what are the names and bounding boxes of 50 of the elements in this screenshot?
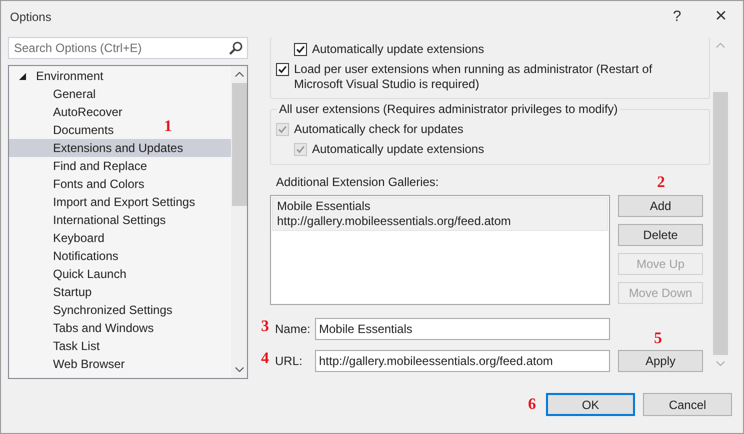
gallery-button[interactable]: Add bbox=[618, 195, 703, 217]
search-icon[interactable] bbox=[229, 41, 243, 55]
tree-item[interactable]: Extensions and Updates bbox=[9, 139, 231, 157]
callout-number: 3 bbox=[261, 319, 269, 335]
checkbox-label: Load per user extensions when running as administrator (Restart of Microsoft Visual Studio is required) bbox=[294, 62, 654, 92]
close-button[interactable]: × bbox=[699, 5, 743, 28]
scroll-down-icon[interactable] bbox=[234, 367, 244, 372]
tree-item[interactable]: General bbox=[9, 85, 96, 103]
cancel-button[interactable]: Cancel bbox=[643, 393, 732, 416]
tree-item[interactable]: Environment bbox=[9, 67, 104, 85]
checkbox[interactable] bbox=[294, 43, 307, 56]
name-label: Name: bbox=[274, 322, 312, 336]
scrollbar[interactable] bbox=[231, 66, 247, 378]
tree-item[interactable]: Web Browser bbox=[9, 355, 125, 373]
url-field[interactable]: http://gallery.mobileessentials.org/feed.atom bbox=[315, 350, 610, 372]
ok-button[interactable]: OK bbox=[546, 393, 635, 416]
url-label: URL: bbox=[274, 354, 304, 368]
galleries-label: Additional Extension Galleries: bbox=[276, 175, 439, 189]
tree-item[interactable]: Documents bbox=[9, 121, 114, 139]
gallery-button[interactable]: Delete bbox=[618, 224, 703, 246]
name-field[interactable]: Mobile Essentials bbox=[315, 318, 610, 340]
tree-item[interactable]: International Settings bbox=[9, 211, 166, 229]
apply-button[interactable]: Apply bbox=[618, 350, 703, 372]
callout-number: 5 bbox=[654, 331, 662, 347]
help-button[interactable]: ? bbox=[655, 8, 699, 25]
scroll-up-icon[interactable] bbox=[234, 72, 244, 77]
group-title: All user extensions (Requires administrator privileges to modify) bbox=[277, 102, 620, 116]
window-title: Options bbox=[10, 10, 52, 24]
checkbox[interactable] bbox=[276, 63, 289, 76]
search-field[interactable]: Search Options (Ctrl+E) bbox=[8, 37, 248, 59]
tree-item[interactable]: Synchronized Settings bbox=[9, 301, 172, 319]
callout-number: 2 bbox=[657, 175, 665, 191]
gallery-item[interactable]: Mobile Essentials http://gallery.mobileessentials.org/feed.atom bbox=[272, 197, 608, 231]
tree-item[interactable]: Task List bbox=[9, 337, 100, 355]
callout-number: 4 bbox=[261, 351, 269, 367]
callout-number: 6 bbox=[528, 397, 536, 413]
tree-item[interactable]: Tabs and Windows bbox=[9, 319, 154, 337]
tree-item[interactable]: Import and Export Settings bbox=[9, 193, 196, 211]
checkbox-label: Automatically update extensions bbox=[312, 142, 484, 157]
tree-item[interactable]: AutoRecover bbox=[9, 103, 122, 121]
checkbox-label: Automatically update extensions bbox=[312, 42, 484, 57]
expanded-triangle-icon[interactable] bbox=[19, 72, 26, 80]
tree-item[interactable]: Fonts and Colors bbox=[9, 175, 144, 193]
tree-item[interactable]: Keyboard bbox=[9, 229, 104, 247]
callout-number: 1 bbox=[164, 119, 172, 135]
tree-item[interactable]: Startup bbox=[9, 283, 92, 301]
tree-item[interactable]: Quick Launch bbox=[9, 265, 126, 283]
tree-item[interactable]: Find and Replace bbox=[9, 157, 148, 175]
tree-item[interactable]: Notifications bbox=[9, 247, 118, 265]
checkbox-label: Automatically check for updates bbox=[294, 122, 464, 137]
